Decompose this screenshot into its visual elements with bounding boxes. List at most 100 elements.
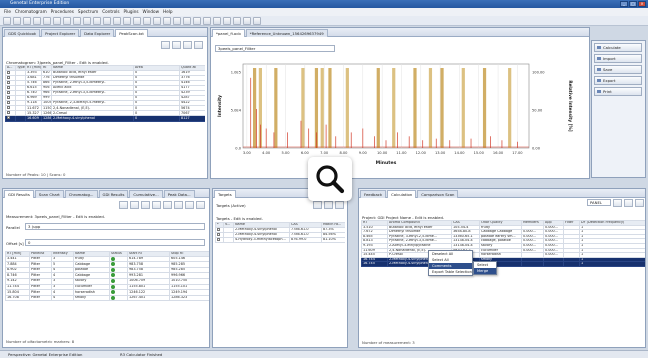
marked-peak-band[interactable] <box>428 68 433 148</box>
close-button[interactable]: × <box>638 1 646 7</box>
toolbar-button[interactable] <box>33 17 41 25</box>
settings-icon[interactable] <box>335 201 344 209</box>
chart-icon[interactable] <box>152 201 161 209</box>
toolbar-button[interactable] <box>183 17 191 25</box>
menu-item-help[interactable]: Help <box>163 8 173 16</box>
toolbar-button[interactable] <box>173 17 181 25</box>
row-checkbox[interactable] <box>217 238 220 241</box>
toolbar-button[interactable] <box>143 17 151 25</box>
toolbar-button[interactable] <box>213 17 221 25</box>
tab--panel-fi-ocb[interactable]: *panel_fi.ocb <box>212 29 245 37</box>
toolbar-button[interactable] <box>153 17 161 25</box>
filter-icon[interactable] <box>183 41 192 49</box>
table-row[interactable]: 16.745 2-Methoxy-4-vinylphenol 1 <box>361 261 645 267</box>
column-header[interactable]: RT (min) <box>25 65 42 71</box>
row-checkbox[interactable] <box>7 91 10 94</box>
row-checkbox[interactable] <box>7 71 10 74</box>
toolbar-button[interactable] <box>53 17 61 25</box>
tab-scan-chart[interactable]: Scan Chart <box>34 190 64 198</box>
tab-gdi-results[interactable]: GDI Results <box>98 190 129 198</box>
copy-icon[interactable] <box>130 201 139 209</box>
menu-item-chromatogram[interactable]: Chromatogram <box>15 8 47 16</box>
delete-icon[interactable] <box>185 201 194 209</box>
menu-item-file[interactable]: File <box>4 8 11 16</box>
menu-item-spectrum[interactable]: Spectrum <box>78 8 98 16</box>
table-row[interactable]: 4-Hydroxy-3-methylacetoph... 876-99-0 81.1… <box>215 236 345 243</box>
menu-item-plugins[interactable]: Plugins <box>124 8 139 16</box>
toolbar-button[interactable] <box>23 17 31 25</box>
toolbar-button[interactable] <box>43 17 51 25</box>
tab-comparison-scan[interactable]: Comparison Scan <box>417 190 459 198</box>
parallel-field[interactable]: 3 (upp <box>25 223 205 230</box>
row-checkbox[interactable] <box>7 106 10 110</box>
marked-peak-band[interactable] <box>413 68 417 148</box>
marked-peak-band[interactable] <box>345 68 349 148</box>
marked-peak-band[interactable] <box>252 68 257 148</box>
row-checkbox[interactable] <box>7 111 10 115</box>
calculate-icon[interactable] <box>613 199 622 207</box>
toolbar-button[interactable] <box>223 17 231 25</box>
settings-icon[interactable] <box>624 199 633 207</box>
tab--reference-unknown-1564269637949[interactable]: *Reference_Unknown_1564269637949 <box>245 29 328 37</box>
add-icon[interactable] <box>313 201 322 209</box>
row-checkbox[interactable] <box>7 101 10 105</box>
tab-project-explorer[interactable]: Project Explorer <box>41 29 80 37</box>
marked-peak-band[interactable] <box>320 68 324 148</box>
export-icon[interactable] <box>635 199 644 207</box>
toolbar-button[interactable] <box>3 17 11 25</box>
row-checkbox[interactable] <box>7 86 10 89</box>
menu-item-controls[interactable]: Controls <box>102 8 119 16</box>
marked-peak-band[interactable] <box>508 68 512 148</box>
table-row[interactable]: 16.708 Pitter 4 smoky 1267.401 1286.323 <box>5 294 209 302</box>
tab-calculation[interactable]: Calculation <box>387 190 417 198</box>
delete-icon[interactable] <box>172 41 181 49</box>
table-row[interactable]: 16.609 1286 2-Methoxy-4-vinylphenol 0 8127 <box>5 115 205 122</box>
edit-icon[interactable] <box>141 201 150 209</box>
column-header[interactable]: Type <box>15 65 26 71</box>
row-checkbox[interactable] <box>217 233 220 236</box>
add-icon[interactable] <box>119 201 128 209</box>
tab-data-explorer[interactable]: Data Explorer <box>80 29 115 37</box>
toolbar-button[interactable] <box>163 17 171 25</box>
tab-gdi-results[interactable]: GDI Results <box>4 190 34 198</box>
toolbar-button[interactable] <box>253 17 261 25</box>
toolbar-button[interactable] <box>233 17 241 25</box>
tab-cumulative-[interactable]: Cumulative... <box>129 190 163 198</box>
marked-peak-band[interactable] <box>392 68 396 148</box>
toolbar-button[interactable] <box>63 17 71 25</box>
toolbar-button[interactable] <box>83 17 91 25</box>
toolbar-button[interactable] <box>113 17 121 25</box>
toolbar-button[interactable] <box>93 17 101 25</box>
settings-icon[interactable] <box>196 201 205 209</box>
search-overlay-button[interactable] <box>308 157 352 201</box>
toolbar-button[interactable] <box>73 17 81 25</box>
toolbar-button[interactable] <box>243 17 251 25</box>
row-checkbox[interactable] <box>217 228 220 231</box>
submenu-item-merge[interactable]: Merge <box>474 268 496 274</box>
add-icon[interactable] <box>161 41 170 49</box>
marked-peak-band[interactable] <box>328 68 332 148</box>
save-button[interactable]: Save <box>594 65 642 74</box>
tab-feedback[interactable]: Feedback <box>360 190 387 198</box>
chromatogram-chart[interactable]: 3.00 4.00 5.00 6.00 7.00 8.00 9.00 10.00 11.00 12… <box>213 56 587 178</box>
marked-peak-band[interactable] <box>301 68 305 148</box>
menu-item-window[interactable]: Window <box>143 8 160 16</box>
context-menu-item-export-table-selection[interactable]: Export Table Selection <box>429 269 472 275</box>
marked-peak-band[interactable] <box>274 68 278 148</box>
import-button[interactable]: Import <box>594 54 642 63</box>
row-checkbox[interactable] <box>7 96 10 100</box>
toolbar-button[interactable] <box>193 17 201 25</box>
delete-icon[interactable] <box>324 201 333 209</box>
row-checkbox[interactable] <box>7 76 10 79</box>
export-icon[interactable] <box>163 201 172 209</box>
export-button[interactable]: Export <box>594 76 642 85</box>
print-button[interactable]: Print <box>594 87 642 96</box>
minimize-button[interactable]: _ <box>620 1 628 7</box>
marked-peak-band[interactable] <box>482 68 487 148</box>
tab-peak-data-[interactable]: Peak Data... <box>163 190 195 198</box>
tab-targets[interactable]: Targets <box>214 190 236 198</box>
toolbar-button[interactable] <box>103 17 111 25</box>
marked-peak-band[interactable] <box>440 68 444 148</box>
toolbar-button[interactable] <box>203 17 211 25</box>
tab-gds-quicklook[interactable]: GDS Quicklook <box>4 29 41 37</box>
